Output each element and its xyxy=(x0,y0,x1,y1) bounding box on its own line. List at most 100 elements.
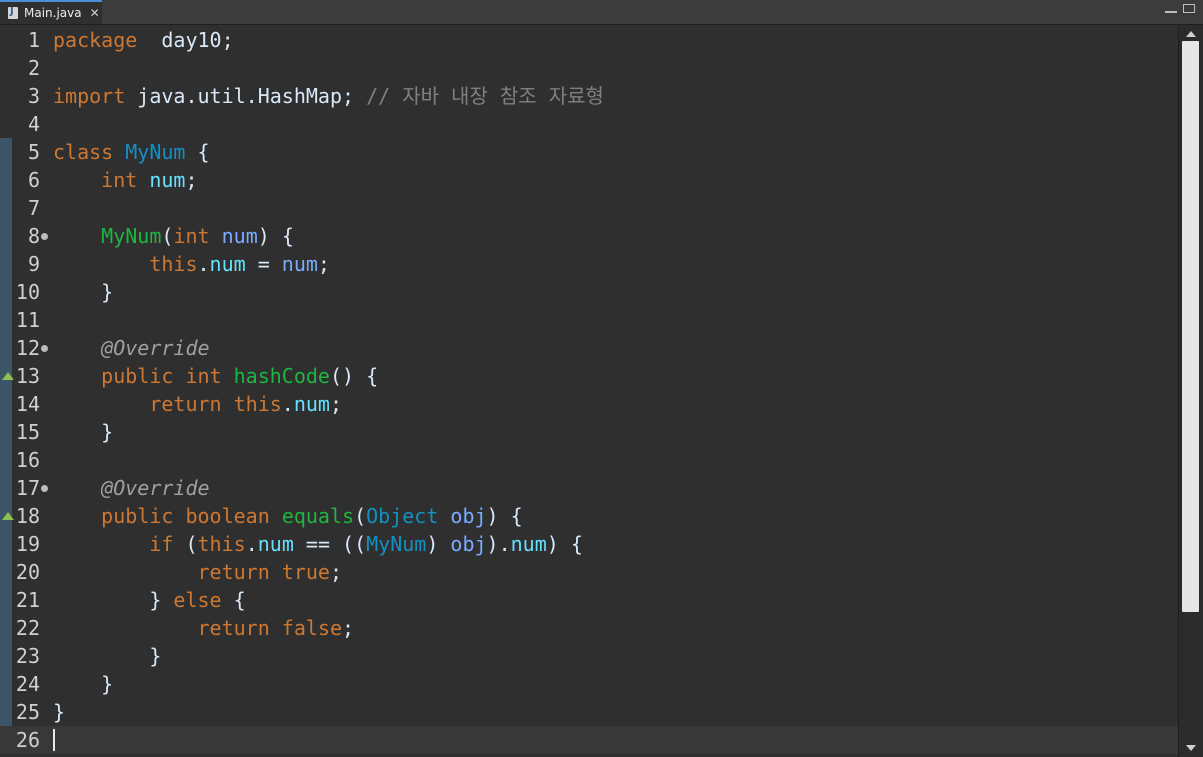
code-token: ; xyxy=(329,392,343,416)
minimize-icon[interactable] xyxy=(1165,6,1177,13)
code-token: public xyxy=(101,504,174,528)
code-line[interactable]: 24 } xyxy=(0,670,1178,698)
text-cursor xyxy=(53,729,55,751)
code-token: . xyxy=(197,252,210,276)
code-editor[interactable]: 1 package day10; 2 3 import java.util.HashMa… xyxy=(0,25,1178,757)
code-token: this xyxy=(233,392,282,416)
gutter-marker xyxy=(0,110,12,138)
code-text: } else { xyxy=(53,586,245,614)
line-number: 18 xyxy=(15,504,40,528)
code-line[interactable]: 14 return this.num; xyxy=(0,390,1178,418)
line-number: 26 xyxy=(15,728,40,752)
scroll-up-arrow-icon[interactable] xyxy=(1186,31,1196,37)
gutter-marker xyxy=(0,166,12,194)
code-token: . xyxy=(281,392,294,416)
code-line[interactable]: 15 } xyxy=(0,418,1178,446)
code-token: ) { xyxy=(257,224,294,248)
code-line[interactable]: 22 return false; xyxy=(0,614,1178,642)
line-number: 3 xyxy=(27,84,40,108)
code-token: num xyxy=(221,224,258,248)
gutter-marker xyxy=(0,138,12,166)
code-token: obj xyxy=(450,504,487,528)
code-token: equals xyxy=(281,504,355,528)
code-token: return xyxy=(149,392,222,416)
code-line[interactable]: 16 xyxy=(0,446,1178,474)
code-token: . xyxy=(245,532,258,556)
code-line[interactable]: 6 int num; xyxy=(0,166,1178,194)
code-line[interactable]: 18 public boolean equals(Object obj) { xyxy=(0,502,1178,530)
code-text: public int hashCode() { xyxy=(53,362,378,390)
code-token: num xyxy=(149,168,186,192)
code-token: ( xyxy=(354,504,367,528)
code-text: if (this.num == ((MyNum) obj).num) { xyxy=(53,530,583,558)
code-line[interactable]: 23 } xyxy=(0,642,1178,670)
fold-toggle-icon[interactable] xyxy=(41,345,48,352)
code-line[interactable]: 19 if (this.num == ((MyNum) obj).num) { xyxy=(0,530,1178,558)
maximize-icon[interactable] xyxy=(1183,4,1195,13)
code-line[interactable]: 21 } else { xyxy=(0,586,1178,614)
code-line[interactable]: 1 package day10; xyxy=(0,26,1178,54)
code-token: num xyxy=(257,532,294,556)
code-token: return xyxy=(197,616,270,640)
code-text: } xyxy=(53,698,65,726)
code-token: true xyxy=(281,560,330,584)
gutter-marker xyxy=(0,670,12,698)
code-token: @Override xyxy=(101,476,210,500)
gutter-marker xyxy=(0,726,12,754)
scroll-down-arrow-icon[interactable] xyxy=(1186,745,1196,751)
code-line[interactable]: 7 xyxy=(0,194,1178,222)
code-line[interactable]: 9 this.num = num; xyxy=(0,250,1178,278)
code-token: ) { xyxy=(486,504,523,528)
code-line[interactable]: 26 xyxy=(0,726,1178,754)
code-line[interactable]: 25} xyxy=(0,698,1178,726)
code-token: ). xyxy=(486,532,511,556)
code-line[interactable]: 8 MyNum(int num) { xyxy=(0,222,1178,250)
fold-toggle-icon[interactable] xyxy=(41,233,48,240)
gutter-marker xyxy=(0,530,12,558)
code-token: num xyxy=(293,392,330,416)
gutter-marker xyxy=(0,698,12,726)
gutter-marker xyxy=(0,54,12,82)
code-line[interactable]: 20 return true; xyxy=(0,558,1178,586)
code-line[interactable]: 4 xyxy=(0,110,1178,138)
code-line[interactable]: 10 } xyxy=(0,278,1178,306)
code-token: ; xyxy=(342,616,355,640)
line-number: 20 xyxy=(15,560,40,584)
gutter-marker xyxy=(0,278,12,306)
code-text: import java.util.HashMap; // 자바 내장 참조 자료… xyxy=(53,82,604,110)
code-line[interactable]: 11 xyxy=(0,306,1178,334)
code-token: ) xyxy=(426,532,451,556)
gutter-marker xyxy=(0,642,12,670)
code-token: Object xyxy=(366,504,439,528)
scroll-thumb[interactable] xyxy=(1182,41,1199,612)
gutter-marker xyxy=(0,558,12,586)
code-line[interactable]: 5 class MyNum { xyxy=(0,138,1178,166)
vertical-scrollbar[interactable] xyxy=(1178,25,1203,757)
line-number: 7 xyxy=(27,196,40,220)
line-number: 25 xyxy=(15,700,40,724)
code-line[interactable]: 17 @Override xyxy=(0,474,1178,502)
code-line[interactable]: 3 import java.util.HashMap; // 자바 내장 참조 자… xyxy=(0,82,1178,110)
code-token: false xyxy=(281,616,343,640)
code-line[interactable]: 2 xyxy=(0,54,1178,82)
code-line[interactable]: 12 @Override xyxy=(0,334,1178,362)
code-text: @Override xyxy=(53,474,210,502)
line-number: 5 xyxy=(27,140,40,164)
fold-toggle-icon[interactable] xyxy=(41,485,48,492)
close-icon[interactable]: ✕ xyxy=(90,6,100,20)
code-text: } xyxy=(53,418,113,446)
tab-main-java[interactable]: Main.java ✕ xyxy=(0,0,102,24)
code-token: = xyxy=(245,252,282,276)
code-text: return true; xyxy=(53,558,343,586)
code-line[interactable]: 13 public int hashCode() { xyxy=(0,362,1178,390)
code-token: this xyxy=(149,252,198,276)
line-number: 13 xyxy=(15,364,40,388)
